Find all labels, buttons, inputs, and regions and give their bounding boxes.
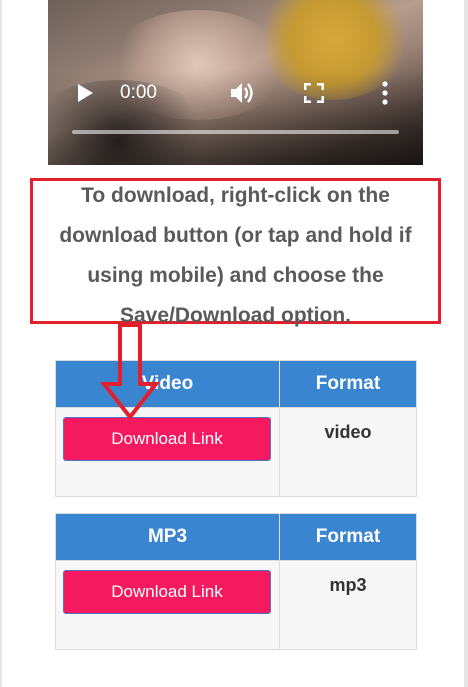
- left-edge: [0, 0, 2, 687]
- format-value: video: [279, 407, 417, 497]
- table-header-format: Format: [279, 360, 417, 408]
- volume-icon[interactable]: [230, 81, 256, 105]
- video-download-link-button[interactable]: Download Link: [63, 417, 271, 461]
- play-icon[interactable]: [75, 83, 95, 103]
- button-cell: Download Link: [55, 407, 280, 497]
- table-header-format: Format: [279, 513, 417, 561]
- current-time: 0:00: [120, 82, 157, 103]
- seek-bar[interactable]: [72, 130, 399, 134]
- format-value: mp3: [279, 560, 417, 650]
- more-options-icon[interactable]: [380, 81, 390, 105]
- mp3-download-table: MP3 Format Download Link mp3: [55, 513, 417, 650]
- table-header-mp3: MP3: [55, 513, 280, 561]
- button-cell: Download Link: [55, 560, 280, 650]
- instructions-text: To download, right-click on the download…: [59, 184, 412, 327]
- table-row: Download Link mp3: [55, 560, 417, 650]
- table-header-video: Video: [55, 360, 280, 408]
- video-player[interactable]: 0:00: [48, 0, 423, 165]
- down-arrow-icon: [100, 323, 160, 421]
- mp3-download-link-button[interactable]: Download Link: [63, 570, 271, 614]
- fullscreen-icon[interactable]: [304, 83, 324, 103]
- right-scroll-edge: [464, 0, 468, 687]
